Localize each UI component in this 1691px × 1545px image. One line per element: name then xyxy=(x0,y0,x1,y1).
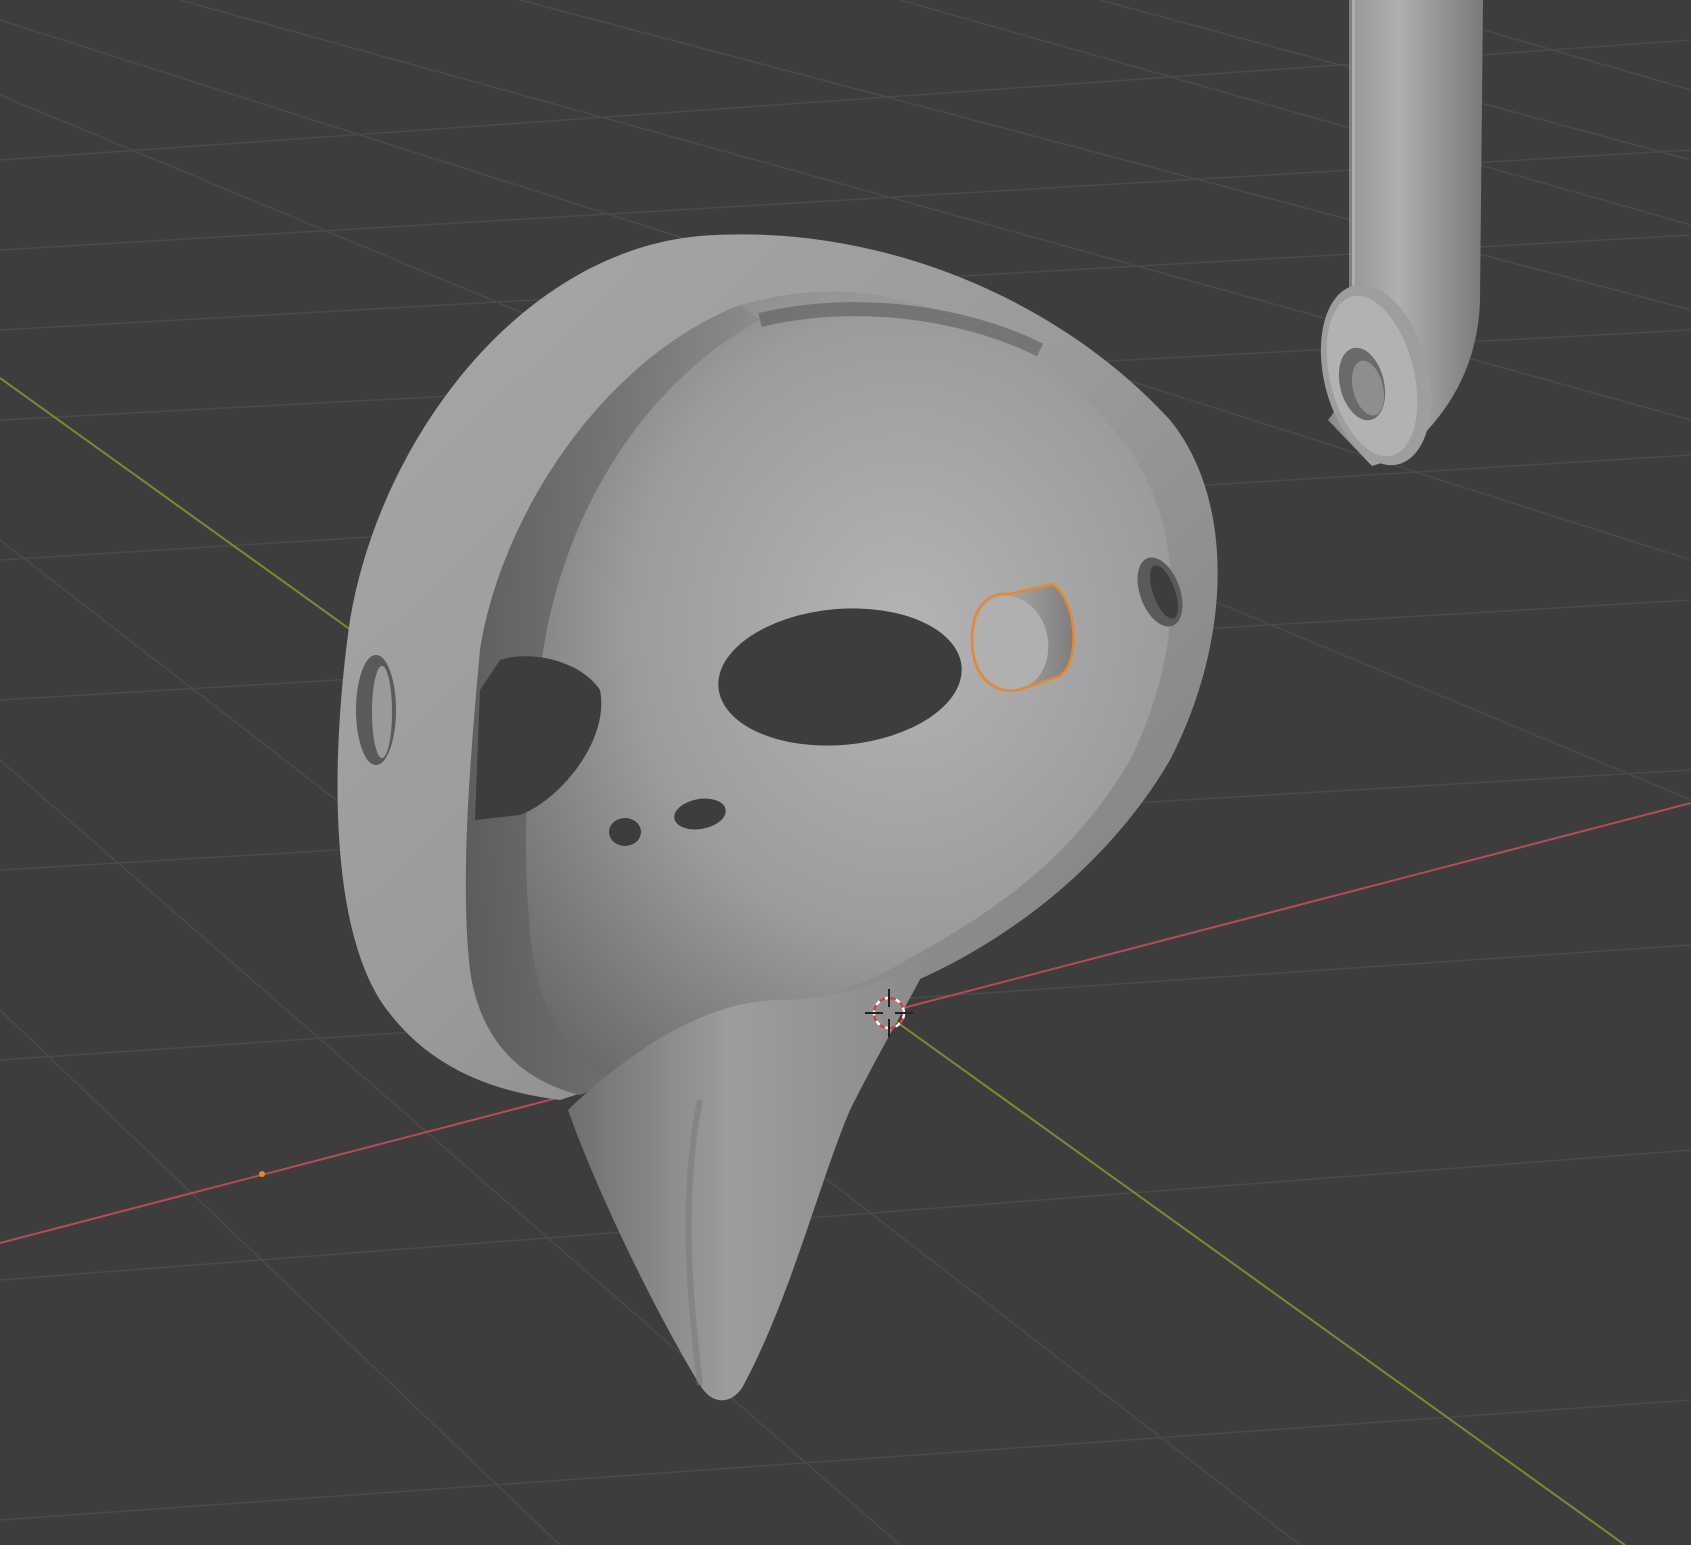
origin-dot xyxy=(259,1171,265,1177)
grid-line xyxy=(0,1149,1691,1281)
grid-line xyxy=(0,1399,1691,1521)
nostril-left xyxy=(609,818,641,846)
grid-line xyxy=(0,1009,561,1545)
viewport-canvas[interactable] xyxy=(0,0,1691,1545)
3d-viewport[interactable] xyxy=(0,0,1691,1545)
grid-line xyxy=(899,0,1691,226)
hook-tube-object[interactable] xyxy=(1303,0,1483,477)
mask-object[interactable] xyxy=(337,234,1218,1401)
